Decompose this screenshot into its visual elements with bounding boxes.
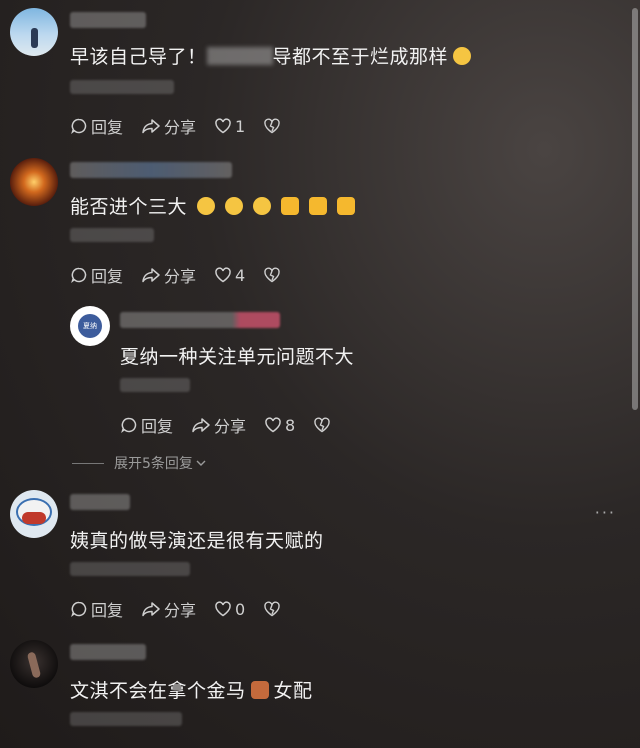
reply-icon: [71, 118, 87, 134]
divider: [72, 462, 104, 464]
dislike-button[interactable]: [263, 266, 284, 284]
comment-meta-redacted: [70, 228, 154, 242]
chevron-down-icon: [196, 460, 206, 466]
reply-text: 夏纳一种关注单元问题不大: [120, 346, 355, 368]
avatar[interactable]: [10, 490, 58, 538]
comment-meta-redacted: [70, 562, 190, 576]
crying-emoji-icon: [197, 197, 216, 215]
share-button[interactable]: 分享: [141, 597, 196, 621]
dislike-button[interactable]: [313, 416, 334, 434]
more-options-button[interactable]: ···: [595, 503, 616, 522]
comment-meta-redacted: [70, 712, 182, 726]
username-redacted[interactable]: [70, 644, 146, 660]
share-icon: [142, 268, 160, 283]
clapping-emoji-icon: [309, 197, 328, 215]
heart-icon: [215, 601, 231, 617]
reply-meta-redacted: [120, 378, 190, 392]
share-button[interactable]: 分享: [141, 263, 196, 287]
share-button[interactable]: 分享: [191, 413, 246, 437]
reply-actions: 回复 分享 8: [120, 413, 352, 437]
broken-heart-icon: [314, 417, 330, 433]
dislike-button[interactable]: [263, 600, 284, 618]
horse-emoji-icon: [250, 681, 269, 699]
broken-heart-icon: [264, 601, 280, 617]
redacted-block: [206, 47, 273, 65]
expand-replies-button[interactable]: 展开5条回复: [72, 453, 207, 473]
share-icon: [192, 418, 210, 433]
reply-button[interactable]: 回复: [70, 597, 123, 621]
share-button[interactable]: 分享: [141, 114, 196, 138]
scrollbar[interactable]: [632, 8, 638, 410]
username-redacted[interactable]: [70, 162, 232, 178]
reply-button[interactable]: 回复: [120, 413, 173, 437]
reply-button[interactable]: 回复: [70, 263, 123, 287]
heart-icon: [215, 118, 231, 134]
like-button[interactable]: 1: [214, 117, 245, 136]
clapping-emoji-icon: [337, 197, 356, 215]
like-button[interactable]: 8: [264, 416, 295, 435]
laughing-emoji-icon: [453, 47, 472, 65]
share-icon: [142, 119, 160, 134]
username-redacted[interactable]: [70, 12, 146, 28]
like-button[interactable]: 0: [214, 600, 245, 619]
avatar[interactable]: [10, 8, 58, 56]
comment-text: 姨真的做导演还是很有天赋的: [70, 530, 324, 552]
comment-actions: 回复 分享 1: [70, 114, 302, 138]
share-icon: [142, 602, 160, 617]
comment-actions: 回复 分享 4: [70, 263, 302, 287]
like-button[interactable]: 4: [214, 266, 245, 285]
heart-icon: [265, 417, 281, 433]
reply-icon: [71, 601, 87, 617]
avatar[interactable]: [10, 640, 58, 688]
broken-heart-icon: [264, 118, 280, 134]
dislike-button[interactable]: [263, 117, 284, 135]
avatar-badge-text: 夏纳: [78, 314, 102, 338]
crying-emoji-icon: [253, 197, 272, 215]
clapping-emoji-icon: [281, 197, 300, 215]
comment-actions: 回复 分享 0: [70, 597, 302, 621]
username-redacted[interactable]: [70, 494, 130, 510]
username-redacted[interactable]: [120, 312, 280, 328]
heart-icon: [215, 267, 231, 283]
reply-icon: [121, 417, 137, 433]
comment-meta-redacted: [70, 80, 174, 94]
avatar[interactable]: [10, 158, 58, 206]
crying-emoji-icon: [225, 197, 244, 215]
broken-heart-icon: [264, 267, 280, 283]
comment-text: 能否进个三大: [70, 192, 360, 219]
reply-icon: [71, 267, 87, 283]
comment-text: 文淇不会在拿个金马 女配: [70, 680, 313, 702]
comment-text: 早该自己导了！ 导都不至于烂成那样: [70, 42, 476, 69]
reply-button[interactable]: 回复: [70, 114, 123, 138]
avatar[interactable]: 夏纳: [70, 306, 110, 346]
